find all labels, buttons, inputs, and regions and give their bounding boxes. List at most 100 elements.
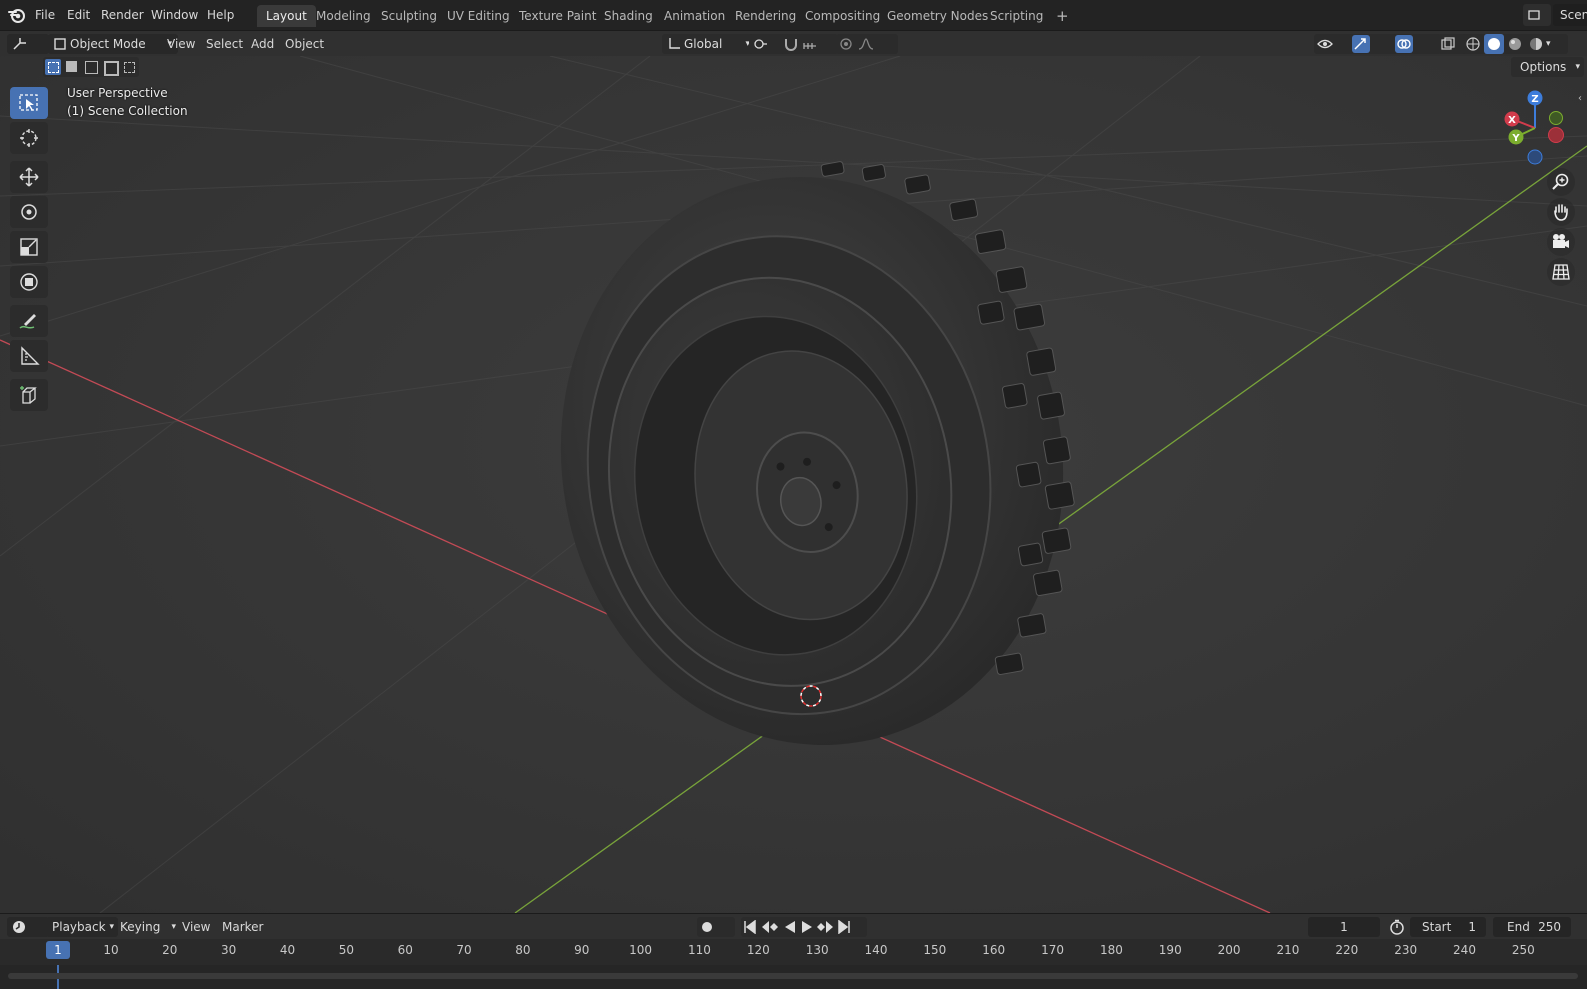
select-invert-icon[interactable] xyxy=(102,59,119,76)
tab-uv-editing[interactable]: UV Editing xyxy=(438,5,519,27)
ruler-frame-50: 50 xyxy=(338,943,354,957)
tab-geometry-nodes[interactable]: Geometry Nodes xyxy=(878,5,997,27)
gizmo-toggle[interactable] xyxy=(1350,34,1398,54)
zoom-button[interactable] xyxy=(1547,168,1575,196)
proportional-editing[interactable] xyxy=(836,34,898,54)
viewport-scene xyxy=(0,56,1587,913)
tab-scripting[interactable]: Scripting xyxy=(981,5,1052,27)
measure-icon xyxy=(21,346,40,365)
play-icon[interactable] xyxy=(800,920,814,934)
timeline-ruler[interactable]: 1 10 20 30 40 50 60 70 80 90 100 110 120 130 140 150 160… xyxy=(0,939,1587,965)
tool-annotate[interactable] xyxy=(10,305,48,337)
tab-compositing[interactable]: Compositing xyxy=(796,5,889,27)
pan-button[interactable] xyxy=(1547,198,1575,226)
timeline-menu-view[interactable]: View xyxy=(182,917,210,937)
ruler-frame-80: 80 xyxy=(515,943,531,957)
hand-pan-icon xyxy=(1554,204,1568,221)
menu-edit[interactable]: Edit xyxy=(67,6,90,24)
tool-move[interactable] xyxy=(10,161,48,193)
tool-rotate[interactable] xyxy=(10,196,48,228)
tab-animation[interactable]: Animation xyxy=(655,5,734,27)
snap-increment-icon xyxy=(803,43,816,49)
header-menu-add[interactable]: Add xyxy=(251,34,274,54)
select-subtract-icon[interactable] xyxy=(83,59,99,75)
chevron-down-icon[interactable]: ▾ xyxy=(1546,34,1551,54)
next-keyframe-icon[interactable] xyxy=(816,920,834,934)
falloff-icon xyxy=(858,38,874,50)
menu-window[interactable]: Window xyxy=(151,6,198,24)
tab-texture-paint[interactable]: Texture Paint xyxy=(510,5,605,27)
rendered-shading-icon[interactable] xyxy=(1528,36,1544,52)
select-mode-group xyxy=(43,57,139,77)
ortho-toggle-button[interactable] xyxy=(1547,258,1575,286)
header-menu-object[interactable]: Object xyxy=(285,34,324,54)
3d-viewport[interactable]: User Perspective (1) Scene Collection Op… xyxy=(0,56,1587,913)
ruler-frame-100: 100 xyxy=(629,943,653,957)
overlays-toggle[interactable] xyxy=(1393,34,1441,54)
tool-transform[interactable] xyxy=(10,266,48,298)
play-reverse-icon[interactable] xyxy=(783,920,797,934)
auto-keying-toggle[interactable] xyxy=(697,917,735,937)
end-frame-field[interactable]: End 250 xyxy=(1493,917,1571,937)
timeline-menu-marker[interactable]: Marker xyxy=(222,917,263,937)
select-extend-icon[interactable] xyxy=(64,59,80,75)
solid-shading-icon[interactable] xyxy=(1486,36,1502,52)
start-frame-field[interactable]: Start 1 xyxy=(1410,917,1486,937)
add-workspace-button[interactable]: + xyxy=(1047,5,1078,27)
tool-measure[interactable] xyxy=(10,340,48,372)
scene-selector[interactable] xyxy=(1523,4,1551,26)
gizmo-x-label: X xyxy=(1508,115,1516,126)
blender-logo-icon[interactable] xyxy=(8,6,26,24)
ruler-frame-110: 110 xyxy=(688,943,711,957)
scale-icon xyxy=(20,238,38,256)
current-frame-field[interactable]: 1 xyxy=(1308,917,1380,937)
annotate-icon xyxy=(19,314,36,329)
menu-render[interactable]: Render xyxy=(101,6,144,24)
tab-shading[interactable]: Shading xyxy=(595,5,662,27)
menu-file[interactable]: File xyxy=(35,6,55,24)
timeline-tracks[interactable] xyxy=(0,965,1587,989)
mode-label: Object Mode xyxy=(70,37,146,51)
tool-cursor[interactable] xyxy=(10,122,48,154)
tab-modeling[interactable]: Modeling xyxy=(307,5,380,27)
prev-keyframe-icon[interactable] xyxy=(761,920,779,934)
camera-view-button[interactable] xyxy=(1547,228,1575,256)
orientation-dropdown[interactable]: Global ▾ xyxy=(662,34,755,54)
editor-type-dropdown[interactable] xyxy=(7,34,49,54)
select-intersect-icon[interactable] xyxy=(121,59,137,75)
ruler-frame-90: 90 xyxy=(574,943,590,957)
select-new-icon[interactable] xyxy=(45,59,61,75)
tool-scale[interactable] xyxy=(10,231,48,263)
tool-select-box[interactable] xyxy=(10,87,48,119)
header-menu-select[interactable]: Select xyxy=(206,34,243,54)
rotate-icon xyxy=(21,204,37,220)
perspective-label: User Perspective xyxy=(67,86,168,100)
tab-rendering[interactable]: Rendering xyxy=(726,5,805,27)
tool-add-cube[interactable] xyxy=(10,379,48,411)
timeline-scrollbar[interactable] xyxy=(8,973,1578,979)
stopwatch-icon[interactable] xyxy=(1389,919,1405,935)
keying-menu[interactable]: Keying ▾ xyxy=(114,917,176,937)
ruler-frame-210: 210 xyxy=(1276,943,1300,957)
chevron-down-icon: ▾ xyxy=(171,922,176,932)
wireframe-shading-icon[interactable] xyxy=(1465,36,1481,52)
jump-end-icon[interactable] xyxy=(837,920,851,934)
scene-name-field[interactable]: Scen xyxy=(1553,4,1587,26)
timeline-editor-type[interactable] xyxy=(7,917,49,937)
menu-help[interactable]: Help xyxy=(207,6,234,24)
jump-start-icon[interactable] xyxy=(743,920,757,934)
collapse-sidebar-icon[interactable]: ‹ xyxy=(1578,93,1582,104)
visibility-dropdown[interactable] xyxy=(1314,34,1354,54)
mode-dropdown[interactable]: Object Mode ▾ xyxy=(48,34,178,54)
ruler-frame-1: 1 xyxy=(54,943,62,957)
orientation-icon xyxy=(669,38,680,49)
tab-sculpting[interactable]: Sculpting xyxy=(372,5,446,27)
snap-toggle[interactable] xyxy=(780,34,838,54)
header-menu-view[interactable]: View xyxy=(167,34,195,54)
cursor-icon xyxy=(20,129,38,147)
options-dropdown[interactable]: Options ▾ xyxy=(1511,57,1584,77)
material-shading-icon[interactable] xyxy=(1507,36,1523,52)
navigation-gizmo[interactable]: Z X Y xyxy=(1495,86,1575,166)
playback-menu[interactable]: Playback ▾ xyxy=(46,917,118,937)
ruler-frame-10: 10 xyxy=(103,943,119,957)
